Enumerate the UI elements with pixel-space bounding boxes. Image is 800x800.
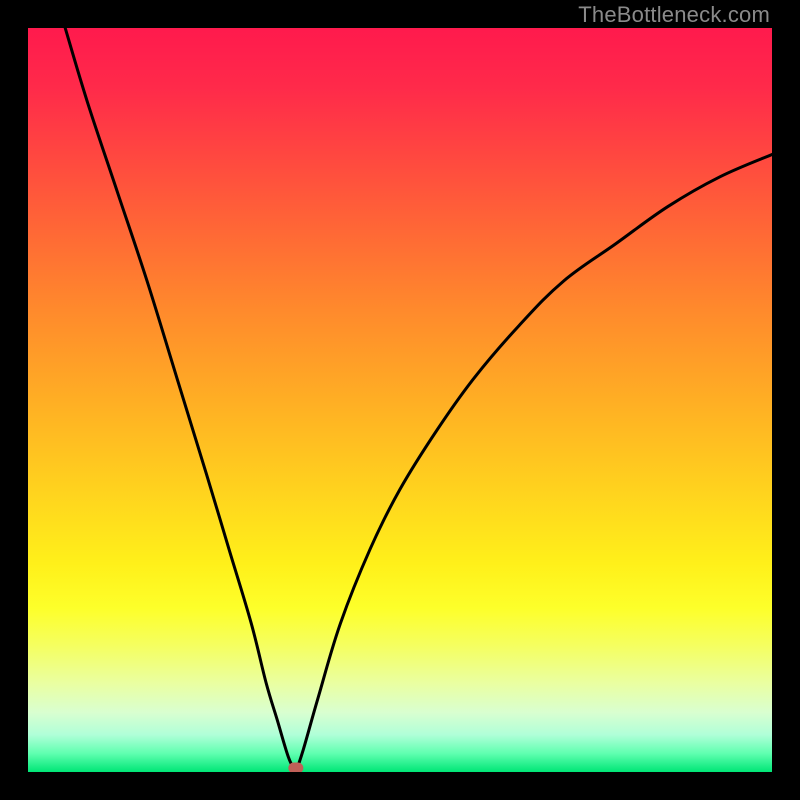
plot-area	[28, 28, 772, 772]
right-branch-curve	[296, 154, 772, 772]
watermark-text: TheBottleneck.com	[578, 2, 770, 28]
left-branch-curve	[65, 28, 296, 772]
optimum-marker	[289, 763, 303, 772]
chart-frame: TheBottleneck.com	[0, 0, 800, 800]
curve-layer	[28, 28, 772, 772]
